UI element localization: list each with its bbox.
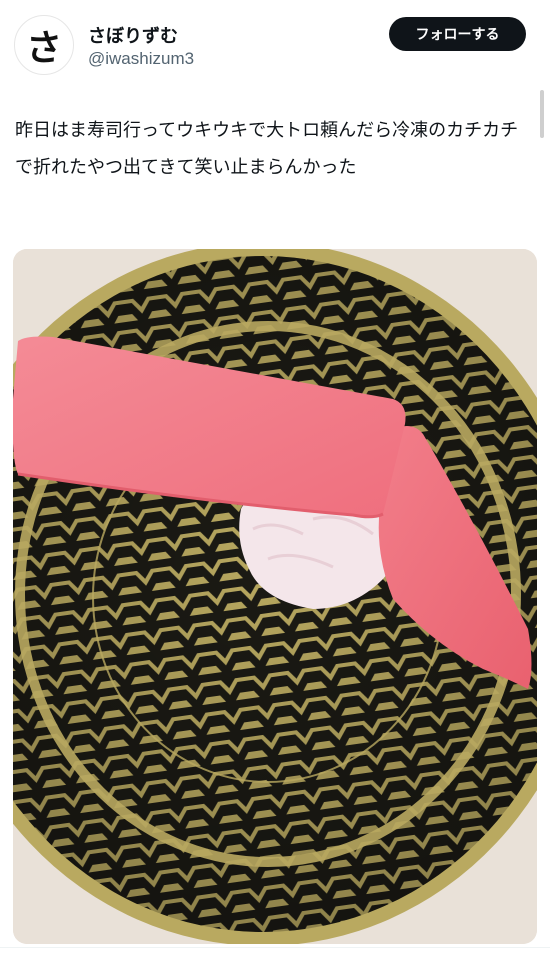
avatar[interactable]: さ (14, 15, 74, 75)
user-handle[interactable]: @iwashizum3 (88, 49, 194, 69)
divider (0, 947, 550, 948)
photo-sushi-plate-icon (13, 249, 537, 944)
tweet-text: 昨日はま寿司行ってウキウキで大トロ頼んだら冷凍のカチカチで折れたやつ出てきて笑い… (15, 120, 519, 178)
tweet-photo[interactable] (13, 249, 537, 944)
scrollbar[interactable] (540, 90, 544, 138)
display-name[interactable]: さぼりずむ (88, 22, 178, 48)
follow-button[interactable]: フォローする (389, 17, 526, 51)
avatar-glyph: さ (25, 28, 62, 69)
